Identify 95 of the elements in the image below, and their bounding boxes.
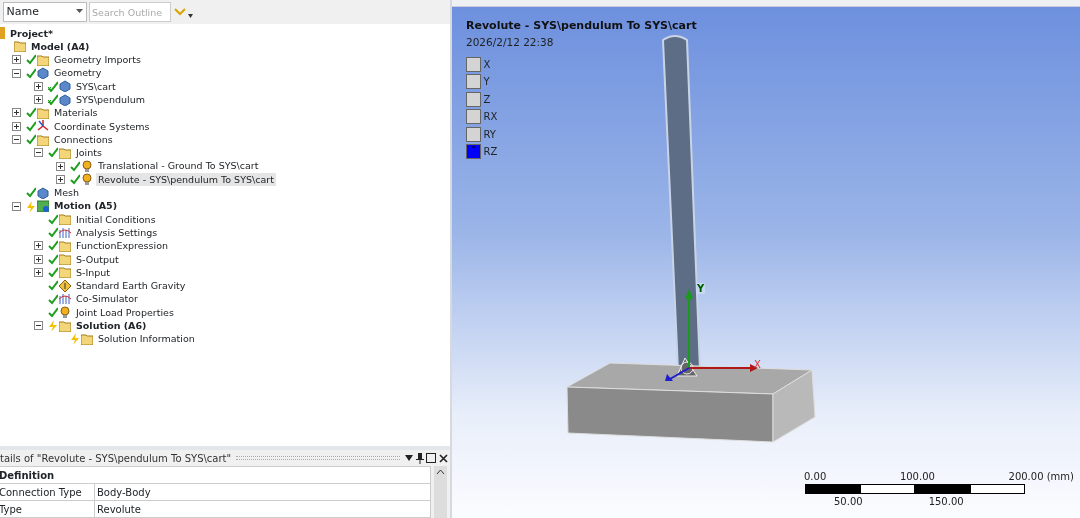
viewport-title: Revolute - SYS\pendulum To SYS\cart — [466, 18, 697, 34]
scrollbar[interactable] — [433, 466, 447, 518]
section-header: Definition — [0, 466, 431, 484]
search-field[interactable]: Search Outline — [89, 2, 171, 22]
expand-icon[interactable] — [12, 55, 21, 65]
pin-icon[interactable] — [415, 452, 424, 464]
expand-icon[interactable] — [12, 121, 21, 131]
expand-icon[interactable] — [34, 254, 43, 264]
joint-icon — [59, 306, 71, 319]
tree-item[interactable]: Mesh — [52, 186, 81, 200]
x-axis-label: X — [754, 358, 761, 372]
scale-segment — [805, 484, 860, 494]
caret-icon[interactable] — [188, 14, 193, 18]
legend-label: RY — [483, 127, 496, 142]
folder-icon — [0, 27, 5, 40]
tree-item[interactable]: Materials — [52, 106, 100, 120]
tree-item[interactable]: Model (A4) — [29, 39, 92, 54]
tree-item[interactable]: FunctionExpression — [74, 239, 170, 253]
3d-viewport[interactable]: Y X Revolute - SYS\pendulum To SYS\cart 2026/2/12 22:38 X Y Z RX RY * RZ 0.00 100.00 200.00 (mm) 50.00 150.00 — [452, 0, 1080, 518]
tree-item[interactable]: S-Output — [74, 252, 121, 266]
maximize-icon[interactable] — [426, 453, 436, 463]
expand-icon[interactable] — [34, 81, 43, 91]
tree-item[interactable]: Translational - Ground To SYS\cart — [96, 159, 261, 173]
timestamp: 2026/2/12 22:38 — [466, 34, 555, 50]
tree-item[interactable]: Initial Conditions — [74, 212, 158, 226]
folder-icon — [59, 213, 71, 226]
folder-icon — [59, 253, 71, 266]
cube-icon — [59, 80, 71, 93]
tree-item[interactable]: Co-Simulator — [74, 292, 140, 306]
tree-item[interactable]: Solution Information — [96, 332, 197, 346]
scale-segment — [915, 484, 970, 494]
scale-label: 100.00 — [899, 470, 935, 484]
expand-icon[interactable] — [34, 95, 43, 105]
expand-icon[interactable] — [34, 241, 43, 251]
tree-item[interactable]: Motion (A5) — [52, 199, 120, 213]
gravity-icon — [59, 279, 71, 292]
scale-segment — [970, 484, 1025, 494]
folder-icon — [37, 106, 49, 119]
expand-icon[interactable] — [34, 268, 43, 277]
dropdown-icon[interactable] — [405, 455, 413, 461]
tree-item[interactable]: Standard Earth Gravity — [74, 279, 188, 293]
axes-icon — [37, 120, 49, 133]
tree-item[interactable]: Revolute - SYS\pendulum To SYS\cart — [96, 172, 276, 187]
scale-label: 200.00 (mm) — [1008, 470, 1074, 484]
filter-dropdown[interactable]: Name — [2, 2, 87, 22]
close-icon[interactable] — [438, 453, 448, 463]
tree-item[interactable]: S-Input — [74, 265, 113, 280]
tree-item[interactable]: Joint Load Properties — [74, 305, 176, 320]
cube-icon — [37, 67, 49, 80]
legend-label: RX — [483, 110, 498, 124]
settings-icon — [59, 226, 71, 239]
details-title: tails of "Revolute - SYS\pendulum To SYS\cart" — [0, 451, 232, 466]
tree-item[interactable]: Geometry Imports — [52, 53, 143, 67]
tree-item[interactable]: Coordinate Systems — [52, 119, 152, 133]
joint-icon — [81, 160, 93, 173]
expand-icon[interactable] — [56, 161, 65, 171]
scale-label: 0.00 — [804, 470, 827, 484]
folder-icon — [37, 133, 49, 146]
folder-icon — [59, 239, 71, 252]
folder-icon — [59, 146, 71, 159]
analysis-icon — [37, 200, 49, 212]
tree-item[interactable]: Geometry — [52, 66, 104, 80]
folder-icon — [37, 53, 49, 66]
tree-item[interactable]: SYS\pendulum — [74, 93, 147, 107]
folder-icon — [59, 266, 71, 279]
tree-item[interactable]: Project* — [8, 26, 55, 40]
scale-label: 50.00 — [834, 495, 863, 509]
collapse-icon[interactable] — [12, 135, 21, 144]
folder-icon — [81, 332, 93, 345]
tree-item[interactable]: Solution (A6) — [74, 319, 149, 333]
collapse-icon[interactable] — [34, 148, 43, 158]
scale-label: 150.00 — [928, 495, 964, 509]
expand-icon[interactable] — [12, 108, 21, 118]
tree-item[interactable]: Connections — [52, 132, 115, 147]
y-axis-label: Y — [696, 283, 706, 294]
collapse-icon[interactable] — [12, 68, 21, 78]
legend-label: RZ — [483, 145, 498, 159]
legend-label: X — [483, 57, 491, 72]
tree-item[interactable]: Joints — [74, 146, 104, 160]
folder-icon — [14, 40, 26, 53]
scroll-up-icon[interactable] — [436, 469, 444, 474]
legend-label: Z — [483, 92, 491, 107]
collapse-icon[interactable] — [12, 201, 21, 211]
tree-item[interactable]: Analysis Settings — [74, 225, 160, 240]
settings-icon — [59, 293, 71, 306]
cube-icon — [37, 186, 49, 199]
joint-icon — [81, 173, 93, 186]
collapse-icon[interactable] — [34, 321, 43, 331]
cube-icon — [59, 93, 71, 106]
expand-icon[interactable] — [56, 174, 65, 184]
tree-item[interactable]: SYS\cart — [74, 79, 118, 93]
scale-segment — [860, 484, 915, 494]
legend-swatch: * — [466, 144, 481, 159]
folder-icon — [59, 319, 71, 332]
legend-label: Y — [483, 75, 490, 89]
